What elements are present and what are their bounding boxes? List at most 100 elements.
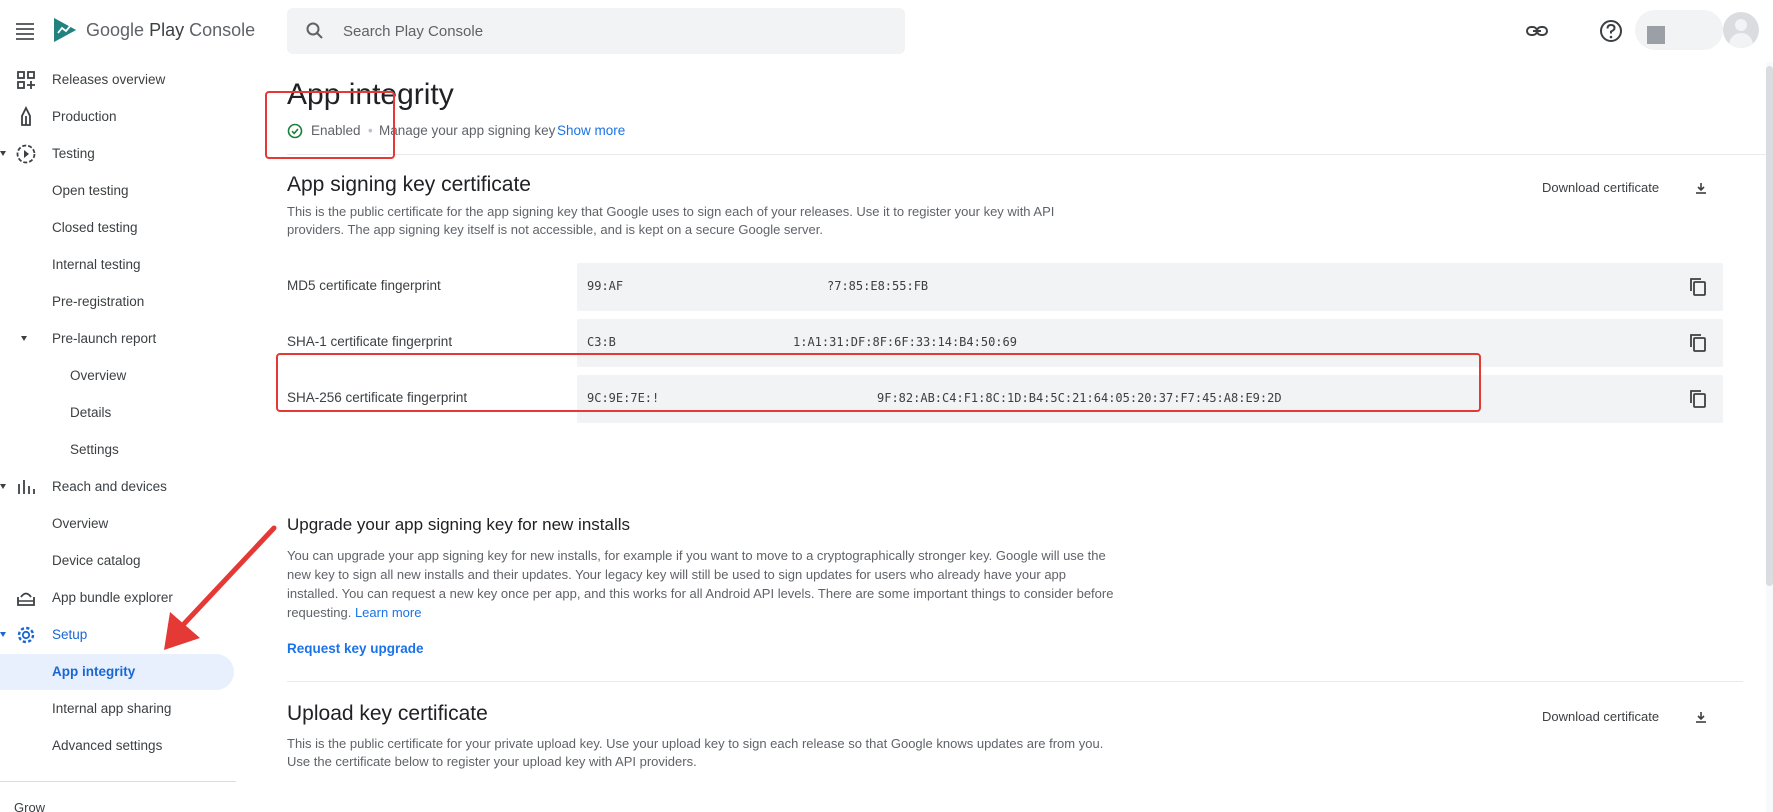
sidebar-item-label: Device catalog [52, 553, 141, 568]
fingerprint-value-start: C3:B [587, 335, 616, 349]
signing-cert-description: This is the public certificate for the a… [287, 204, 1055, 237]
help-icon[interactable] [1598, 18, 1624, 44]
learn-more-link[interactable]: Learn more [355, 605, 421, 620]
sidebar: Releases overview Production Testing Ope… [0, 62, 236, 812]
sidebar-item-pre-launch-details[interactable]: Details [0, 395, 236, 431]
sidebar-item-label: Production [52, 109, 117, 124]
sidebar-item-pre-launch-overview[interactable]: Overview [0, 358, 236, 394]
sidebar-item-pre-launch-report[interactable]: Pre-launch report [0, 321, 236, 357]
sidebar-divider [0, 781, 236, 782]
brand-play: Play [149, 20, 185, 40]
search-input[interactable] [343, 8, 883, 54]
fingerprint-value-box[interactable]: 9C:9E:7E:! 9F:82:AB:C4:F1:8C:1D:B4:5C:21… [577, 375, 1723, 423]
sidebar-item-label: Releases overview [52, 72, 166, 87]
page-scrollbar[interactable] [1766, 62, 1773, 812]
brand-name[interactable]: Google Play Console [86, 20, 255, 41]
copy-icon[interactable] [1687, 276, 1709, 298]
download-icon [1696, 183, 1706, 194]
fingerprint-value-end: ?7:85:E8:55:FB [827, 279, 929, 293]
fingerprint-value-end: 9F:82:AB:C4:F1:8C:1D:B4:5C:21:64:05:20:3… [877, 391, 1282, 405]
sidebar-section-grow[interactable]: Grow [14, 800, 45, 812]
sidebar-item-reach-overview[interactable]: Overview [0, 506, 236, 542]
sidebar-item-label: Internal testing [52, 257, 141, 272]
fingerprint-row-sha1: SHA-1 certificate fingerprint C3:B 1:A1:… [287, 319, 1723, 367]
download-label: Download certificate [1542, 180, 1660, 195]
sidebar-item-app-bundle-explorer[interactable]: App bundle explorer [0, 580, 236, 616]
status-manage-text: Manage your app signing key [379, 123, 556, 138]
header-divider [287, 154, 1766, 155]
signing-cert-title: App signing key certificate [287, 173, 531, 196]
fingerprint-value-box[interactable]: C3:B 1:A1:31:DF:8F:6F:33:14:B4:50:69 [577, 319, 1723, 367]
chevron-down-icon[interactable] [0, 151, 6, 156]
production-icon [21, 106, 31, 126]
sidebar-item-internal-testing[interactable]: Internal testing [0, 247, 236, 283]
fingerprint-row-md5: MD5 certificate fingerprint 99:AF ?7:85:… [287, 263, 1723, 311]
download-signing-cert-button[interactable]: Download certificate [1542, 180, 1706, 195]
sidebar-item-app-integrity[interactable]: App integrity [0, 654, 236, 690]
sidebar-item-label: Details [70, 405, 112, 420]
testing-icon [16, 144, 36, 164]
play-console-logo[interactable] [52, 16, 78, 44]
link-icon[interactable] [1524, 18, 1550, 44]
fingerprint-value-end: 1:A1:31:DF:8F:6F:33:14:B4:50:69 [793, 335, 1017, 349]
show-more-link[interactable]: Show more [557, 123, 625, 138]
request-key-upgrade-link[interactable]: Request key upgrade [287, 641, 424, 656]
search-bar[interactable] [287, 8, 905, 54]
sidebar-item-label: App bundle explorer [52, 590, 173, 605]
fingerprint-value-box[interactable]: 99:AF ?7:85:E8:55:FB [577, 263, 1723, 311]
brand-console: Console [189, 20, 256, 40]
avatar-icon[interactable] [1723, 12, 1759, 48]
sidebar-item-production[interactable]: Production [0, 99, 236, 135]
sidebar-item-label: Setup [52, 627, 88, 642]
fingerprint-label: SHA-1 certificate fingerprint [287, 334, 453, 349]
status-separator: • [368, 123, 373, 138]
main-content: App integrity Enabled • Manage your app … [236, 62, 1766, 812]
sidebar-item-label: Internal app sharing [52, 701, 172, 716]
upload-cert-description: This is the public certificate for your … [287, 736, 1104, 769]
sidebar-item-internal-app-sharing[interactable]: Internal app sharing [0, 691, 236, 727]
sidebar-item-label: App integrity [52, 664, 136, 679]
fingerprint-row-sha256: SHA-256 certificate fingerprint 9C:9E:7E… [287, 375, 1723, 423]
account-switcher[interactable] [1635, 10, 1723, 50]
sidebar-item-closed-testing[interactable]: Closed testing [0, 210, 236, 246]
status-enabled: Enabled [311, 123, 361, 138]
fingerprint-label: SHA-256 certificate fingerprint [287, 390, 468, 405]
sidebar-item-label: Overview [70, 368, 127, 383]
sidebar-item-label: Closed testing [52, 220, 138, 235]
sidebar-item-label: Testing [52, 146, 95, 161]
brand-google: Google [86, 20, 145, 40]
gear-icon [17, 626, 35, 644]
sidebar-item-pre-registration[interactable]: Pre-registration [0, 284, 236, 320]
download-upload-cert-button[interactable]: Download certificate [1542, 709, 1706, 724]
bundle-icon [17, 592, 35, 606]
upload-cert-title: Upload key certificate [287, 702, 488, 725]
sidebar-item-advanced-settings[interactable]: Advanced settings [0, 728, 236, 764]
page-title: App integrity [287, 78, 454, 111]
upgrade-key-description: You can upgrade your app signing key for… [287, 546, 1117, 622]
copy-icon[interactable] [1687, 388, 1709, 410]
chevron-down-icon[interactable] [0, 632, 6, 637]
sidebar-item-reach-and-devices[interactable]: Reach and devices [0, 469, 236, 505]
sidebar-item-label: Overview [52, 516, 109, 531]
sidebar-item-setup[interactable]: Setup [0, 617, 236, 653]
download-icon [1696, 712, 1706, 723]
chevron-down-icon[interactable] [21, 336, 27, 341]
sidebar-item-label: Advanced settings [52, 738, 163, 753]
fingerprint-value-start: 9C:9E:7E:! [587, 391, 660, 405]
sidebar-item-releases-overview[interactable]: Releases overview [0, 62, 236, 98]
sidebar-item-open-testing[interactable]: Open testing [0, 173, 236, 209]
sidebar-item-label: Pre-registration [52, 294, 145, 309]
menu-icon[interactable] [14, 20, 36, 42]
sidebar-item-device-catalog[interactable]: Device catalog [0, 543, 236, 579]
copy-icon[interactable] [1687, 332, 1709, 354]
fingerprint-label: MD5 certificate fingerprint [287, 278, 441, 293]
dashboard-icon [17, 71, 35, 89]
sidebar-item-label: Settings [70, 442, 119, 457]
sidebar-item-pre-launch-settings[interactable]: Settings [0, 432, 236, 468]
download-label: Download certificate [1542, 709, 1660, 724]
search-icon [306, 22, 323, 39]
sidebar-item-testing[interactable]: Testing [0, 136, 236, 172]
top-bar: Google Play Console [0, 0, 1773, 62]
chevron-down-icon[interactable] [0, 484, 6, 489]
sidebar-item-label: Open testing [52, 183, 129, 198]
